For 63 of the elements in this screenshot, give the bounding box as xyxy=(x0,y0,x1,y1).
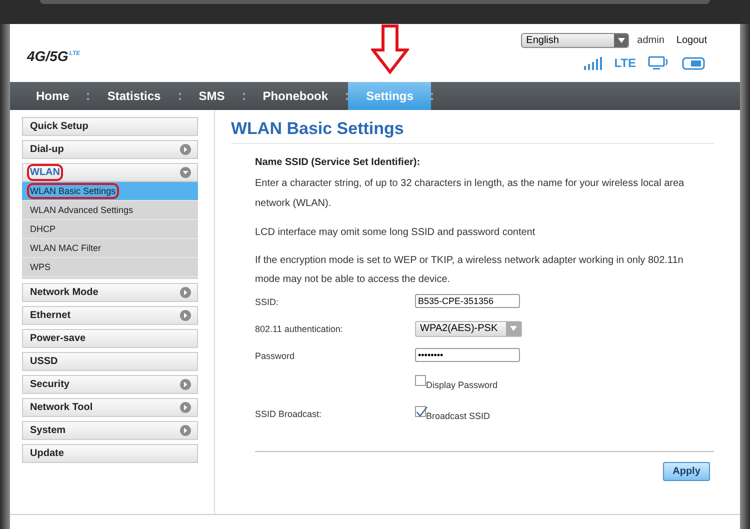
sidebar-item[interactable]: System xyxy=(22,421,198,440)
sidebar-label: Dial-up xyxy=(30,144,64,155)
submenu-label: WPS xyxy=(30,262,51,272)
sidebar-label: USSD xyxy=(30,356,58,367)
submenu-item[interactable]: DHCP xyxy=(22,220,198,239)
submenu-label: DHCP xyxy=(30,224,56,234)
battery-icon xyxy=(682,56,705,70)
sidebar-item[interactable]: USSD xyxy=(22,352,198,371)
submenu-label: WLAN Advanced Settings xyxy=(30,205,134,215)
nav-tab[interactable]: SMS xyxy=(180,82,243,110)
sidebar-item[interactable]: Update xyxy=(22,444,198,463)
nav-tab[interactable]: Home xyxy=(18,82,88,110)
submenu-label: WLAN MAC Filter xyxy=(30,243,102,253)
network-type: LTE xyxy=(614,56,636,70)
checkbox[interactable] xyxy=(415,406,426,416)
caret-icon xyxy=(618,38,625,43)
sidebar-item[interactable]: Ethernet xyxy=(22,306,198,325)
sidebar-item[interactable]: Network Mode xyxy=(22,283,198,302)
submenu-item[interactable]: WLAN Advanced Settings xyxy=(22,201,198,220)
monitor-icon xyxy=(648,56,670,70)
sidebar-label: Network Tool xyxy=(30,402,93,413)
language-select[interactable]: English xyxy=(521,33,630,48)
submenu-item[interactable]: WLAN Basic Settings xyxy=(22,182,198,201)
checkbox[interactable] xyxy=(415,374,426,386)
sidebar-item[interactable]: Dial-up xyxy=(22,140,198,159)
apply-button[interactable]: Apply xyxy=(663,462,710,480)
username: admin xyxy=(637,35,664,46)
help-text: LCD interface may omit some long SSID and password content xyxy=(255,226,536,240)
help-text: Enter a character string, of up to 32 characters in length, as the name for your wireless local area network (WLAN). xyxy=(255,177,686,210)
field-label: SSID: xyxy=(255,296,279,306)
checkbox-label: Display Password xyxy=(426,380,498,390)
sidebar-label: Power-save xyxy=(30,333,86,344)
help-text: If the encryption mode is set to WEP or TKIP, a wireless network adapter working in only 802.11n mode may not be able to access the device. xyxy=(255,254,684,287)
field-label: SSID Broadcast: xyxy=(255,408,322,418)
sidebar-label: System xyxy=(30,425,66,436)
sidebar-label: Network Mode xyxy=(30,287,98,298)
sidebar-label: WLAN xyxy=(30,167,60,178)
page-title: WLAN Basic Settings xyxy=(231,119,714,144)
sidebar-label: Security xyxy=(30,379,70,390)
submenu-item[interactable]: WPS xyxy=(22,258,198,277)
signal-icon xyxy=(584,56,602,70)
field-label: Password xyxy=(255,350,295,360)
sidebar-label: Quick Setup xyxy=(30,121,88,132)
submenu-label: WLAN Basic Settings xyxy=(30,186,116,196)
sidebar-label: Ethernet xyxy=(30,310,71,321)
ssid-field[interactable]: B535-CPE-351356 xyxy=(415,294,520,308)
caret-icon xyxy=(510,326,517,331)
sidebar-item[interactable]: Network Tool xyxy=(22,398,198,417)
submenu-item[interactable]: WLAN MAC Filter xyxy=(22,239,198,258)
field-label: 802.11 authentication: xyxy=(255,324,343,334)
checkbox-label: Broadcast SSID xyxy=(426,410,490,420)
section-heading: Name SSID (Service Set Identifier): xyxy=(255,157,422,168)
sidebar-item[interactable]: WLAN xyxy=(22,163,198,182)
nav-tab[interactable]: Statistics xyxy=(89,82,179,110)
sidebar-item[interactable]: Power-save xyxy=(22,329,198,348)
logout-link[interactable]: Logout xyxy=(676,35,707,46)
sidebar-item[interactable]: Quick Setup xyxy=(22,117,198,136)
authentication-select[interactable]: WPA2(AES)-PSK xyxy=(415,320,522,336)
password-field[interactable]: •••••••• xyxy=(415,348,520,362)
logo: 4G/5G$^{LTE}$ xyxy=(27,48,80,64)
nav-tab[interactable]: Phonebook xyxy=(244,82,346,110)
sidebar-item[interactable]: Security xyxy=(22,375,198,394)
sidebar-label: Update xyxy=(30,448,64,459)
